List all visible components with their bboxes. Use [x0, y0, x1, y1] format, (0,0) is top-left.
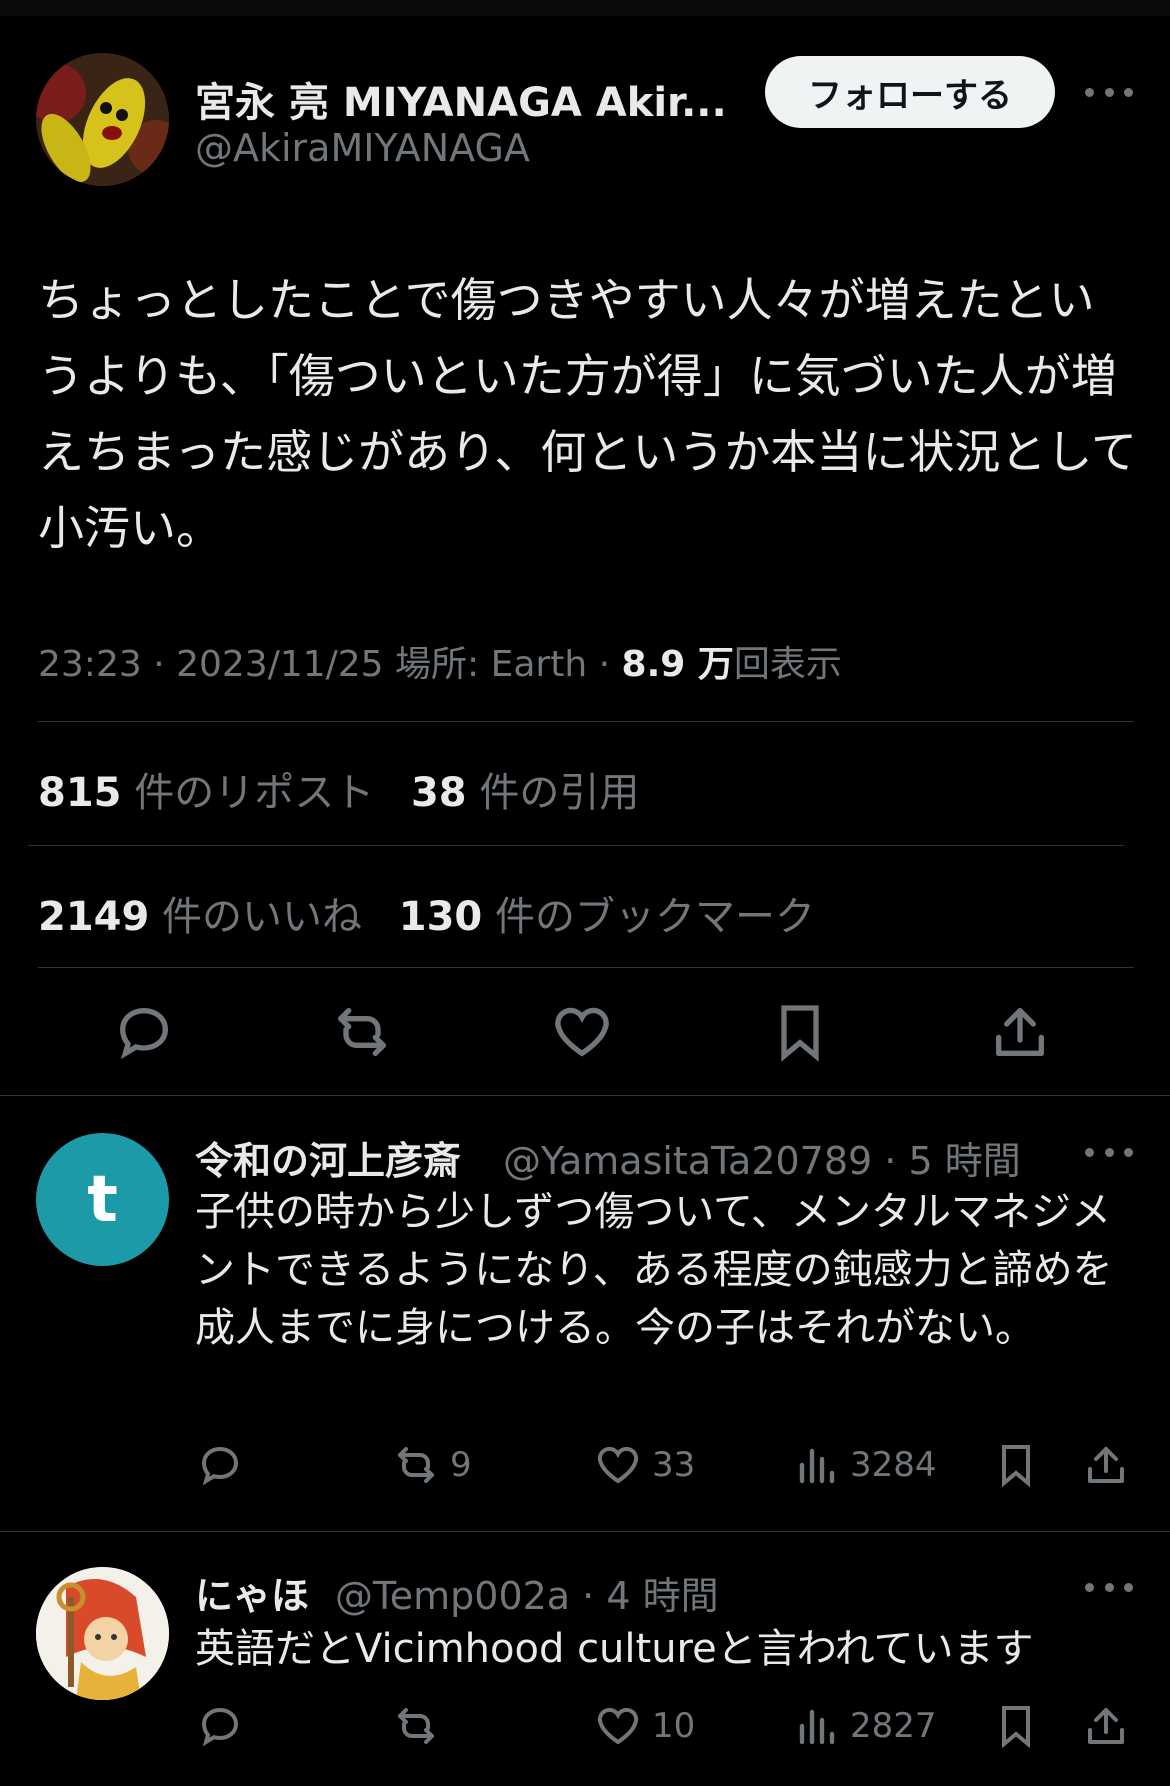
divider: [0, 1095, 1170, 1096]
like-button[interactable]: 10: [594, 1702, 695, 1750]
retweet-icon: [398, 1708, 434, 1744]
likes-count: 2149: [38, 894, 150, 940]
heart-icon: [597, 1446, 639, 1484]
bookmarks-count: 130: [398, 894, 483, 940]
retweet-count: 9: [450, 1445, 472, 1485]
retweet-icon: [398, 1447, 434, 1483]
avatar-image: [36, 1567, 169, 1700]
views-count: 3284: [850, 1445, 937, 1485]
bookmarks-link[interactable]: 130 件のブックマーク: [399, 894, 815, 940]
views-count: 8.9 万: [621, 644, 734, 685]
views-button[interactable]: 3284: [792, 1441, 937, 1489]
reply-avatar[interactable]: [36, 1567, 169, 1700]
share-icon[interactable]: [988, 1000, 1052, 1064]
reply-author-name[interactable]: にゃほ: [195, 1565, 309, 1620]
reply-text: 英語だとVicimhood cultureと言われています: [195, 1626, 1034, 1672]
views-label: 回表示: [733, 644, 842, 685]
likes-link[interactable]: 2149 件のいいね: [38, 894, 362, 940]
views-count: 2827: [850, 1706, 937, 1746]
divider: [38, 721, 1134, 722]
more-icon[interactable]: [1085, 82, 1133, 102]
quotes-count: 38: [410, 770, 467, 816]
tweet-meta: 23:23 · 2023/11/25 場所: Earth · 8.9 万回表示: [38, 635, 842, 687]
divider: [28, 845, 1124, 846]
reposts-link[interactable]: 815 件のリポスト: [38, 770, 374, 816]
heart-icon: [597, 1707, 639, 1745]
reply-icon[interactable]: [196, 1702, 244, 1750]
heart-icon[interactable]: [550, 1000, 614, 1064]
tweet-text: ちょっとしたことで傷つきやすい人々が増えたというよりも、「傷ついといた方が得」に…: [38, 273, 1137, 555]
repost-stats: 815 件のリポスト 38 件の引用: [38, 760, 639, 818]
bookmark-icon[interactable]: [992, 1702, 1040, 1750]
avatar-letter: t: [87, 1162, 118, 1237]
reply-text: 子供の時から少しずつ傷ついて、メンタルマネジメントできるようになり、ある程度の鈍…: [195, 1189, 1113, 1351]
reply-handle-time[interactable]: @YamasitaTa20789 · 5 時間: [503, 1130, 1021, 1185]
reply-icon[interactable]: [112, 1000, 176, 1064]
quotes-link[interactable]: 38 件の引用: [411, 770, 639, 816]
likes-label: 件のいいね: [162, 894, 363, 940]
views-button[interactable]: 2827: [792, 1702, 937, 1750]
reposts-count: 815: [38, 770, 122, 816]
tweet-time[interactable]: 23:23 · 2023/11/25: [38, 644, 384, 685]
views-icon: [799, 1448, 835, 1484]
follow-button[interactable]: フォローする: [765, 56, 1055, 128]
meta-separator: ·: [598, 644, 611, 685]
retweet-icon[interactable]: [330, 1000, 394, 1064]
avatar-image: [36, 53, 169, 186]
retweet-button[interactable]: [392, 1702, 450, 1750]
tweet-location: 場所: Earth: [395, 644, 588, 685]
share-icon[interactable]: [1082, 1702, 1130, 1750]
reply-icon[interactable]: [196, 1441, 244, 1489]
divider: [38, 967, 1134, 968]
status-bar: [0, 0, 1170, 16]
more-icon[interactable]: [1085, 1577, 1133, 1597]
author-name[interactable]: 宮永 亮 MIYANAGA Akir...: [195, 70, 727, 128]
share-icon[interactable]: [1082, 1441, 1130, 1489]
quotes-label: 件の引用: [479, 770, 640, 816]
reply-handle-time[interactable]: @Temp002a · 4 時間: [335, 1565, 719, 1620]
bookmarks-label: 件のブックマーク: [494, 894, 815, 940]
views-icon: [799, 1709, 835, 1745]
like-button[interactable]: 33: [594, 1441, 695, 1489]
reposts-label: 件のリポスト: [134, 770, 375, 816]
author-avatar[interactable]: [36, 53, 169, 186]
bookmark-icon[interactable]: [768, 1000, 832, 1064]
like-stats: 2149 件のいいね 130 件のブックマーク: [38, 884, 815, 942]
more-icon[interactable]: [1085, 1142, 1133, 1162]
like-count: 10: [652, 1706, 696, 1746]
author-handle[interactable]: @AkiraMIYANAGA: [195, 126, 530, 170]
divider: [0, 1531, 1170, 1532]
retweet-button[interactable]: 9: [392, 1441, 472, 1489]
bookmark-icon[interactable]: [992, 1441, 1040, 1489]
like-count: 33: [652, 1445, 696, 1485]
reply-avatar[interactable]: t: [36, 1133, 169, 1266]
reply-author-name[interactable]: 令和の河上彦斎: [195, 1130, 461, 1185]
